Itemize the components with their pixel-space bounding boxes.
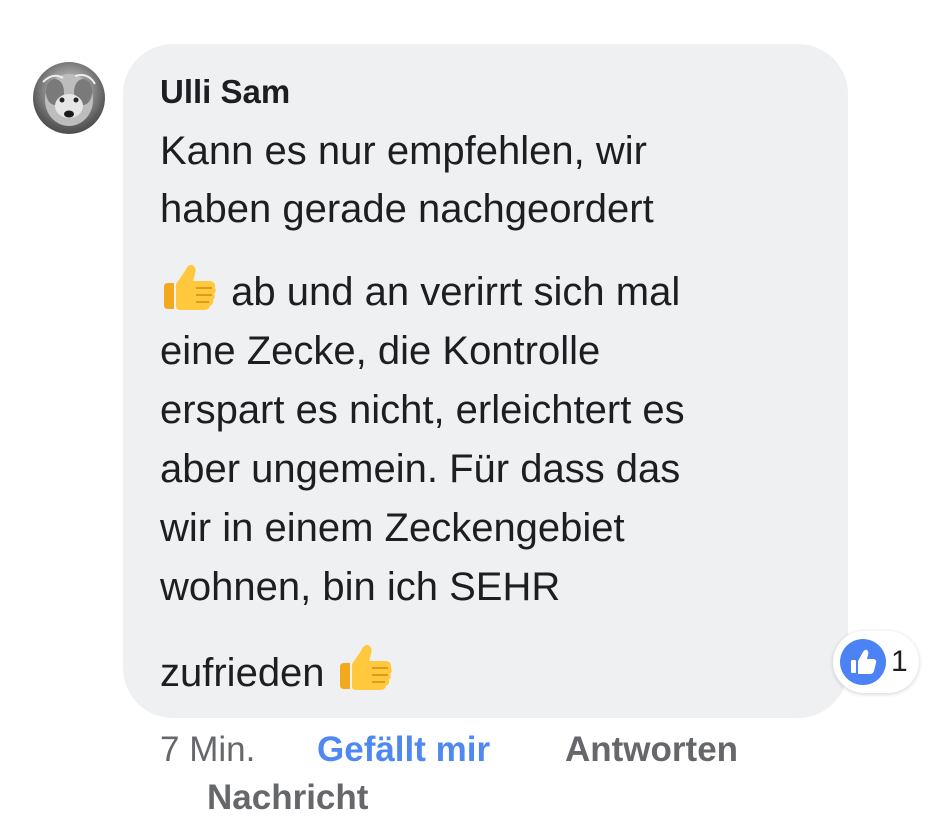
like-button[interactable]: Gefällt mir bbox=[317, 730, 490, 770]
comment-text-line: Kann es nur empfehlen, wir bbox=[160, 129, 647, 173]
comment-text-line: haben gerade nachgeordert bbox=[160, 187, 654, 231]
comment-text-line: wohnen, bin ich SEHR bbox=[160, 565, 561, 609]
thumbs-up-emoji bbox=[160, 261, 220, 323]
comment-text-line: aber ungemein. Für dass das bbox=[160, 447, 681, 491]
reaction-count: 1 bbox=[891, 645, 908, 678]
dog-avatar-image bbox=[42, 74, 96, 126]
comment-text-line: zufrieden bbox=[160, 640, 396, 704]
thumbs-up-emoji bbox=[336, 640, 396, 704]
reply-button[interactable]: Antworten bbox=[565, 730, 738, 770]
comment-text-line: ab und an verirrt sich mal bbox=[160, 261, 680, 323]
comment-text-line: wir in einem Zeckengebiet bbox=[160, 506, 625, 550]
reaction-summary[interactable]: 1 bbox=[833, 631, 919, 693]
comment-text-line: eine Zecke, die Kontrolle bbox=[160, 329, 601, 373]
comment-text-line-content: ab und an verirrt sich mal bbox=[231, 270, 681, 314]
comment-timestamp[interactable]: 7 Min. bbox=[160, 730, 255, 770]
comment-author[interactable]: Ulli Sam bbox=[160, 72, 290, 112]
like-icon bbox=[840, 639, 886, 685]
comment-text-line: erspart es nicht, erleichtert es bbox=[160, 388, 685, 432]
message-button[interactable]: Nachricht bbox=[207, 778, 368, 818]
comment-text-line-content: zufrieden bbox=[160, 651, 325, 695]
avatar[interactable] bbox=[33, 62, 105, 134]
